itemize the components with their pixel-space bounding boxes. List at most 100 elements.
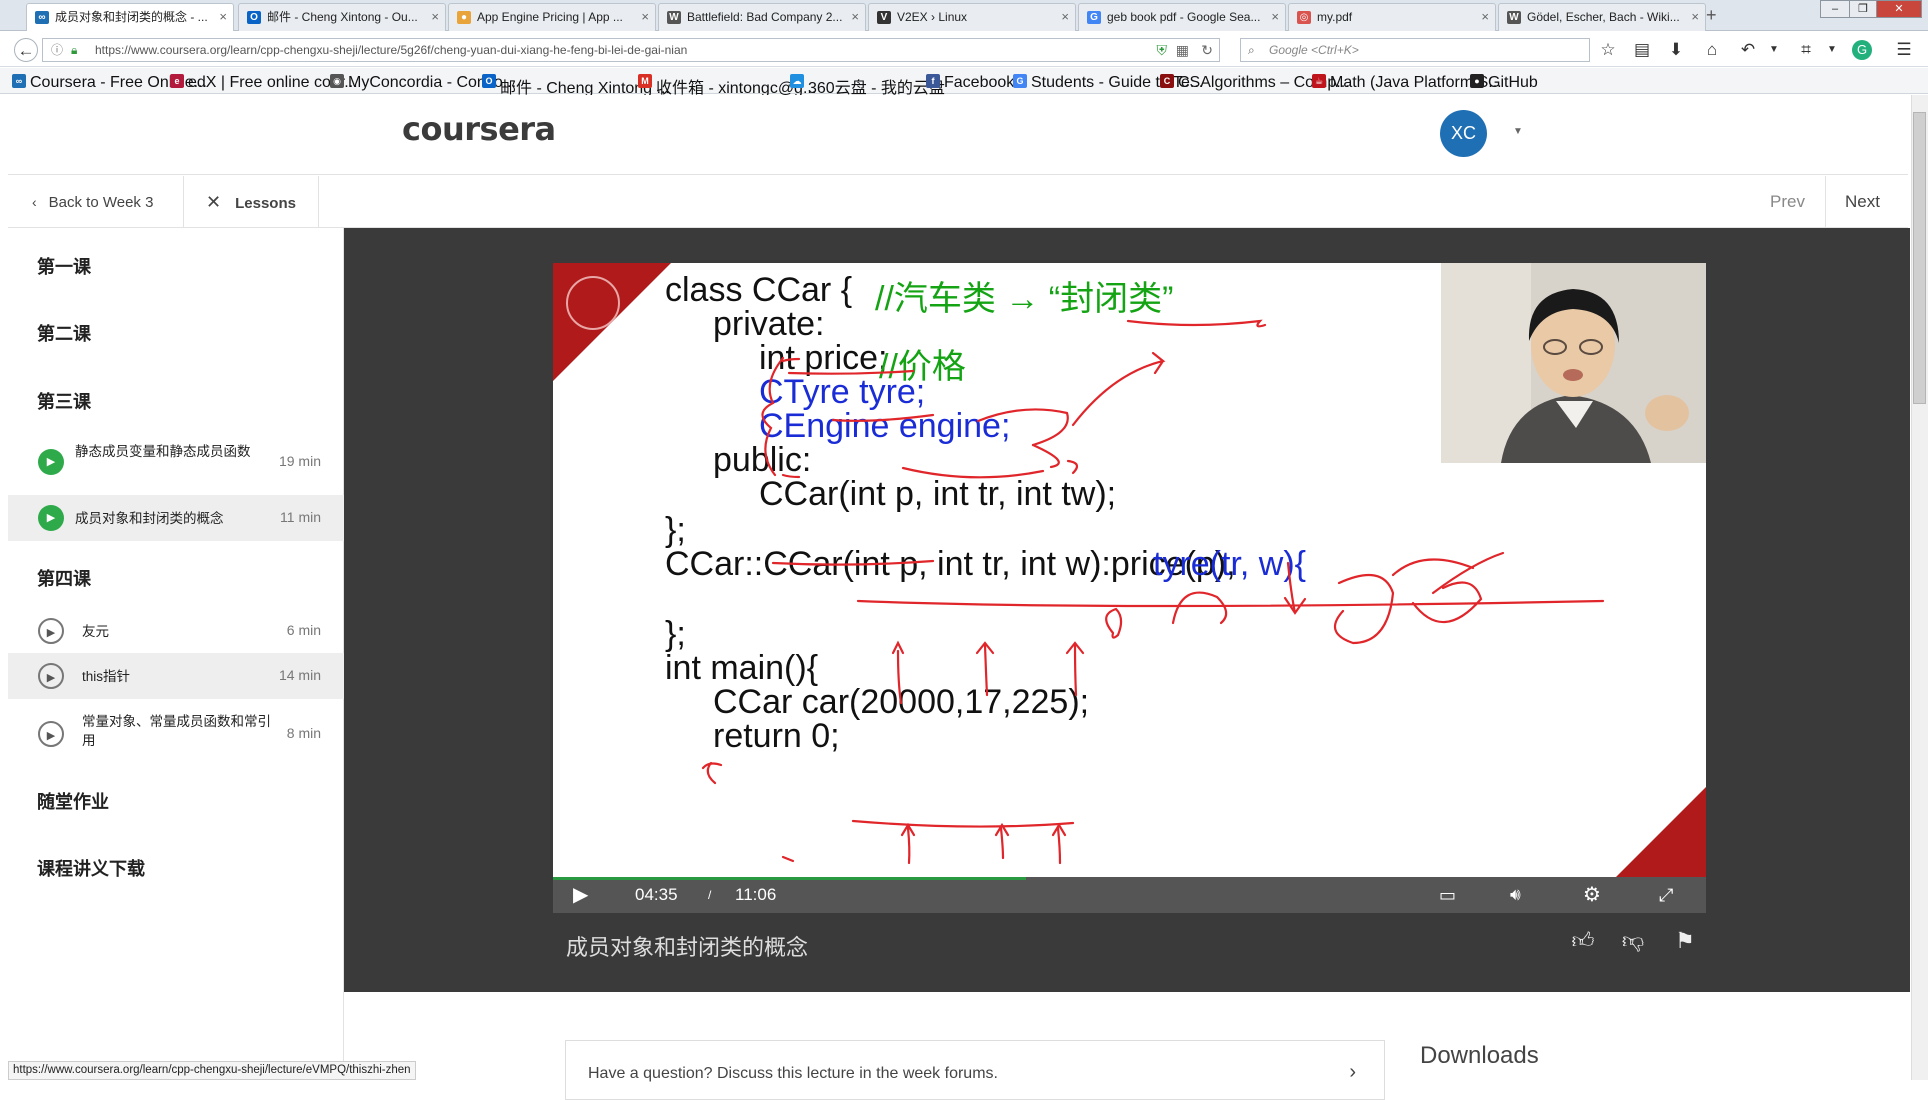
tab-4[interactable]: W Battlefield: Bad Company 2... × [658, 3, 866, 31]
csa-icon: C [1160, 74, 1174, 88]
settings-gear-icon[interactable]: ⚙ [1583, 877, 1601, 913]
sidebar-section-heading[interactable]: 第一课 [37, 253, 91, 279]
maximize-button[interactable]: ❐ [1849, 0, 1877, 18]
close-tab-icon[interactable]: × [851, 4, 859, 30]
sidebar-section-heading[interactable]: 课程讲义下载 [37, 855, 145, 881]
pdf-icon: ◎ [1297, 11, 1311, 24]
new-tab-button[interactable]: + [1706, 5, 1717, 26]
lesson-title: 成员对象和封闭类的概念 [75, 510, 224, 526]
discussion-prompt[interactable]: Have a question? Discuss this lecture in… [565, 1040, 1385, 1100]
discussion-prompt-text: Have a question? Discuss this lecture in… [588, 1065, 998, 1082]
chevron-down-icon[interactable]: ▼ [1513, 126, 1523, 137]
tab-label: geb book pdf - Google Sea... [1107, 10, 1261, 24]
sidebar-section-heading[interactable]: 第二课 [37, 320, 91, 346]
lessons-button[interactable]: ✕ Lessons [184, 176, 319, 228]
close-tab-icon[interactable]: × [1271, 4, 1279, 30]
tab-3[interactable]: ● App Engine Pricing | App ... × [448, 3, 656, 31]
lesson-title: this指针 [82, 668, 131, 684]
video-progress-bar[interactable] [553, 877, 1026, 880]
current-time: 04:35 [635, 885, 678, 904]
coursera-icon: ∞ [35, 11, 49, 24]
undo-icon[interactable]: ↶ [1736, 38, 1760, 62]
tab-label: my.pdf [1317, 10, 1353, 24]
home-icon[interactable]: ⌂ [1700, 38, 1724, 62]
play-icon[interactable]: ▶ [573, 877, 588, 913]
completed-play-icon: ▶ [38, 449, 64, 475]
back-to-week-button[interactable]: ‹ Back to Week 3 [8, 176, 184, 228]
star-icon[interactable]: ☆ [1596, 38, 1620, 62]
fullscreen-icon[interactable]: ⤢ [1659, 877, 1673, 913]
tab-2[interactable]: O 邮件 - Cheng Xintong - Ou... × [238, 3, 446, 31]
lesson-item[interactable]: ▶ 静态成员变量和静态成员函数 19 min [8, 438, 344, 486]
tab-6[interactable]: Ggeb book pdf - Google Sea... × [1078, 3, 1286, 31]
downloads-heading: Downloads [1420, 1042, 1539, 1069]
tab-1[interactable]: ∞ 成员对象和封闭类的概念 - ... × [26, 3, 234, 32]
crop-icon[interactable]: ⌗ [1794, 38, 1818, 62]
lesson-item[interactable]: ▶ 常量对象、常量成员函数和常引用 8 min [8, 708, 344, 760]
lock-icon: 🔒︎ [71, 43, 78, 57]
coursera-logo[interactable]: coursera [402, 110, 556, 148]
close-tab-icon[interactable]: × [1481, 4, 1489, 30]
tab-8[interactable]: W Gödel, Escher, Bach - Wiki... × [1498, 3, 1706, 31]
close-tab-icon[interactable]: × [431, 4, 439, 30]
completed-play-icon: ▶ [38, 505, 64, 531]
lesson-item[interactable]: ▶ 友元 6 min [8, 608, 344, 654]
chevron-down-icon[interactable]: ▼ [1762, 38, 1786, 62]
scrollbar-thumb[interactable] [1913, 112, 1926, 404]
reload-icon[interactable]: ↻ [1201, 39, 1213, 61]
java-icon: ☕ [1312, 74, 1326, 88]
lesson-duration: 8 min [286, 725, 321, 741]
lesson-item[interactable]: ▶ this指针 14 min [8, 653, 344, 699]
sidebar-section-heading[interactable]: 第四课 [37, 565, 91, 591]
close-tab-icon[interactable]: × [1061, 4, 1069, 30]
thumbs-down-icon[interactable]: 👎︎ [1618, 926, 1648, 956]
tab-label: 邮件 - Cheng Xintong - Ou... [267, 10, 418, 24]
lesson-title: 友元 [82, 623, 109, 639]
tab-7[interactable]: ◎ my.pdf × [1288, 3, 1496, 31]
chevron-down-icon[interactable]: ▼ [1820, 38, 1844, 62]
search-input[interactable]: ⌕ Google <Ctrl+K> [1240, 38, 1590, 62]
tab-label: App Engine Pricing | App ... [477, 10, 623, 24]
sidebar-section-heading[interactable]: 第三课 [37, 388, 91, 414]
lesson-title: 静态成员变量和静态成员函数 [75, 444, 251, 459]
sidebar-section-heading[interactable]: 随堂作业 [37, 788, 109, 814]
shield-icon[interactable]: ⛨ [1157, 39, 1168, 61]
tab-5[interactable]: V V2EX › Linux × [868, 3, 1076, 31]
info-icon[interactable]: ⓘ [51, 39, 63, 61]
lesson-duration: 6 min [286, 622, 321, 638]
minimize-button[interactable]: – [1820, 0, 1850, 18]
chevron-right-icon: › [1349, 1061, 1356, 1083]
edx-icon: e [170, 74, 184, 88]
bookmark-11[interactable]: ● GitHub [1470, 74, 1538, 92]
bookmark-7[interactable]: f Facebook [926, 74, 1014, 92]
prev-button[interactable]: Prev [1770, 176, 1805, 228]
captions-icon[interactable]: ▭ [1439, 877, 1456, 913]
reading-list-icon[interactable]: ▤ [1630, 38, 1654, 62]
next-button[interactable]: Next [1845, 176, 1880, 228]
total-time: 11:06 [735, 885, 777, 904]
flag-icon[interactable]: ⚑ [1670, 926, 1700, 956]
lesson-item[interactable]: ▶ 成员对象和封闭类的概念 11 min [8, 495, 344, 541]
address-bar[interactable]: ⓘ 🔒︎ https://www.coursera.org/learn/cpp-… [42, 38, 1220, 62]
close-tab-icon[interactable]: × [641, 4, 649, 30]
qr-icon[interactable]: ▦ [1176, 39, 1189, 61]
back-icon[interactable]: ← [14, 38, 38, 62]
google-cloud-icon: ● [457, 11, 471, 24]
search-placeholder: Google <Ctrl+K> [1269, 43, 1359, 57]
lesson-duration: 14 min [278, 667, 321, 683]
volume-icon[interactable]: 🔊︎ [1510, 877, 1521, 913]
thumbs-up-icon[interactable]: 👍︎ [1568, 926, 1598, 956]
close-window-button[interactable]: ✕ [1876, 0, 1922, 18]
download-icon[interactable]: ⬇ [1664, 38, 1688, 62]
lesson-title: 常量对象、常量成员函数和常引用 [82, 714, 271, 748]
chevron-left-icon: ‹ [32, 194, 37, 210]
nav-divider [1825, 176, 1826, 228]
close-tab-icon[interactable]: × [1691, 4, 1699, 30]
menu-icon[interactable]: ☰ [1892, 38, 1916, 62]
avatar[interactable]: XC [1440, 110, 1487, 157]
tab-label: Battlefield: Bad Company 2... [687, 10, 843, 24]
tab-label: V2EX › Linux [897, 10, 968, 24]
v2ex-icon: V [877, 11, 891, 24]
close-tab-icon[interactable]: × [219, 4, 227, 30]
grammarly-icon[interactable]: G [1852, 40, 1872, 60]
